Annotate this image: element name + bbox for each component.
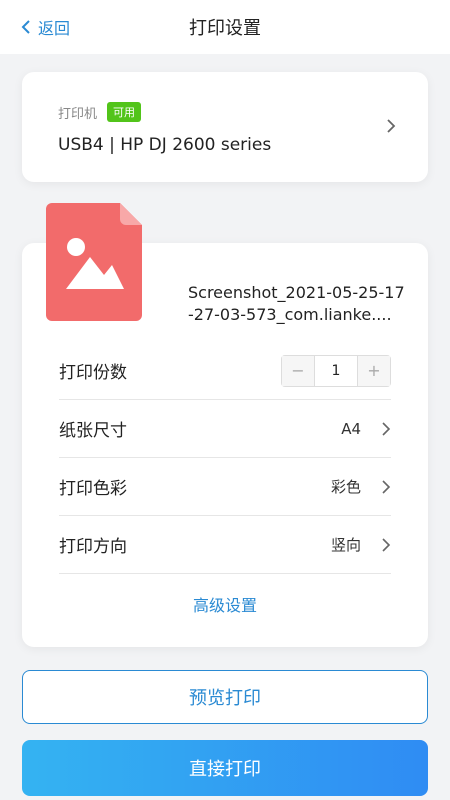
- orientation-row[interactable]: 打印方向 竖向: [59, 516, 391, 574]
- printer-label: 打印机: [58, 106, 98, 122]
- copies-row: 打印份数 − 1 +: [59, 342, 391, 400]
- copies-count[interactable]: 1: [314, 355, 358, 386]
- direct-print-button[interactable]: 直接打印: [22, 740, 428, 796]
- preview-print-label: 预览打印: [189, 688, 261, 709]
- printer-label-row: 打印机 可用: [58, 102, 142, 122]
- preview-print-button[interactable]: 预览打印: [22, 670, 428, 724]
- page-title: 打印设置: [189, 18, 261, 39]
- copies-label: 打印份数: [59, 363, 127, 383]
- orientation-value: 竖向: [330, 536, 361, 554]
- printer-name: USB4 | HP DJ 2600 series: [58, 135, 272, 155]
- orientation-label: 打印方向: [59, 537, 127, 557]
- decrement-button[interactable]: −: [282, 355, 314, 386]
- color-row[interactable]: 打印色彩 彩色: [59, 458, 391, 516]
- paper-size-row[interactable]: 纸张尺寸 A4: [59, 400, 391, 458]
- chevron-right-icon: [387, 119, 396, 133]
- image-file-icon: [46, 203, 142, 321]
- chevron-right-icon: [382, 480, 391, 494]
- back-label: 返回: [38, 19, 71, 38]
- chevron-right-icon: [382, 422, 391, 436]
- paper-size-value: A4: [341, 419, 361, 438]
- printer-selector[interactable]: 打印机 可用 USB4 | HP DJ 2600 series: [22, 72, 428, 182]
- color-label: 打印色彩: [59, 479, 127, 499]
- increment-button[interactable]: +: [358, 355, 390, 386]
- chevron-right-icon: [382, 538, 391, 552]
- status-badge: 可用: [107, 102, 142, 122]
- file-name: Screenshot_2021-05-25-17-27-03-573_com.l…: [188, 283, 405, 324]
- direct-print-label: 直接打印: [189, 759, 261, 780]
- chevron-left-icon: [21, 20, 30, 34]
- advanced-settings-link[interactable]: 高级设置: [22, 592, 428, 616]
- copies-stepper: − 1 +: [281, 354, 391, 387]
- color-value: 彩色: [330, 478, 361, 496]
- header-bar: 返回 打印设置: [0, 0, 450, 54]
- back-button[interactable]: 返回: [20, 0, 70, 54]
- paper-size-label: 纸张尺寸: [59, 421, 127, 441]
